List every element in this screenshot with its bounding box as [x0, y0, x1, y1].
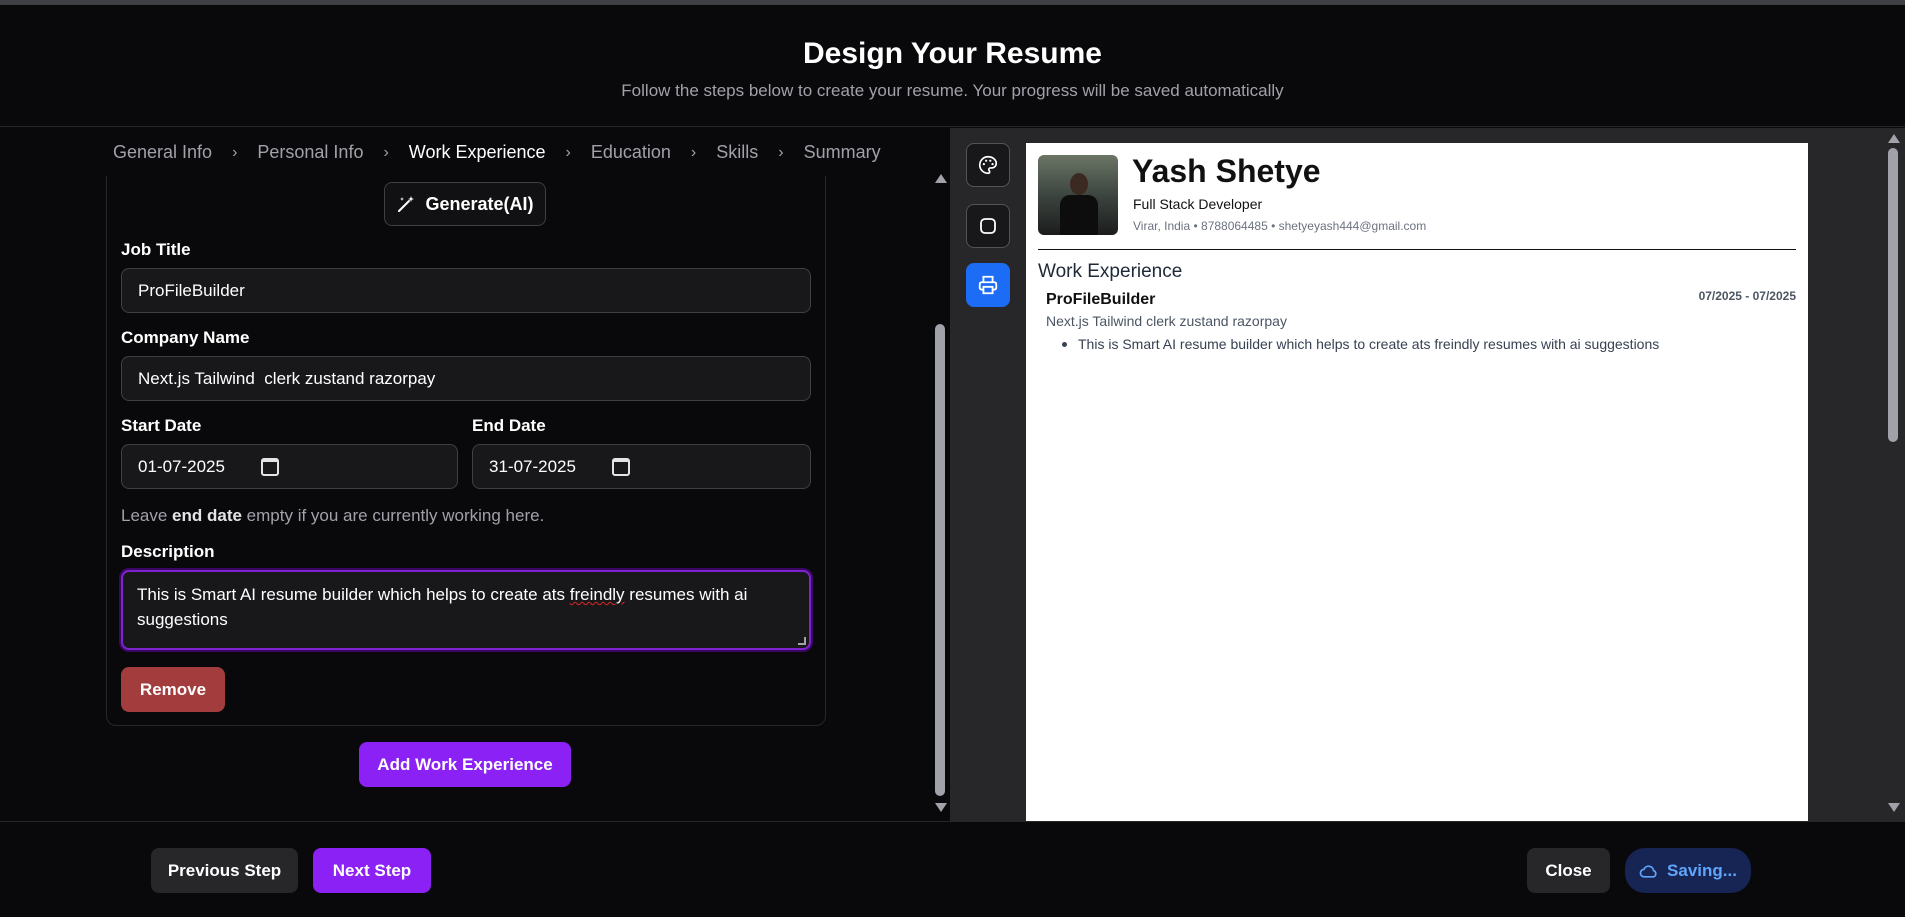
generate-ai-label: Generate(AI)	[425, 193, 534, 214]
page-header: Design Your Resume Follow the steps belo…	[0, 5, 1905, 127]
breadcrumb: General Info › Personal Info › Work Expe…	[113, 142, 881, 163]
start-date-value: 01-07-2025	[138, 456, 225, 476]
step-skills[interactable]: Skills	[716, 142, 758, 163]
end-date-value: 31-07-2025	[489, 456, 576, 476]
scroll-down-arrow[interactable]	[1888, 803, 1900, 812]
misspelled-word: freindly	[569, 585, 625, 604]
saving-status-badge: Saving...	[1625, 848, 1751, 893]
remove-button[interactable]: Remove	[121, 667, 225, 712]
step-general-info[interactable]: General Info	[113, 142, 212, 163]
palette-button[interactable]	[966, 143, 1010, 187]
chevron-right-icon: ›	[565, 143, 571, 161]
resume-job-dates: 07/2025 - 07/2025	[1698, 289, 1796, 303]
step-personal-info[interactable]: Personal Info	[257, 142, 363, 163]
scroll-up-arrow[interactable]	[1888, 134, 1900, 143]
border-style-button[interactable]	[966, 204, 1010, 248]
chevron-right-icon: ›	[690, 143, 697, 161]
close-button[interactable]: Close	[1527, 848, 1610, 893]
page-subtitle: Follow the steps below to create your re…	[621, 81, 1284, 100]
end-date-hint: Leave end date empty if you are currentl…	[121, 506, 545, 525]
resume-divider	[1038, 249, 1796, 250]
resume-role: Full Stack Developer	[1133, 196, 1263, 212]
next-step-button[interactable]: Next Step	[313, 848, 431, 893]
company-name-label: Company Name	[121, 328, 250, 347]
cloud-icon	[1639, 864, 1657, 878]
resume-contact: Virar, India • 8788064485 • shetyeyash44…	[1133, 219, 1427, 233]
resume-section-title: Work Experience	[1038, 261, 1183, 282]
resume-company: Next.js Tailwind clerk zustand razorpay	[1046, 313, 1287, 329]
scroll-up-arrow[interactable]	[935, 174, 947, 183]
scroll-thumb[interactable]	[935, 324, 945, 796]
editor-panel: General Info › Personal Info › Work Expe…	[0, 128, 950, 821]
resume-job-title: ProFileBuilder	[1046, 291, 1156, 308]
step-education[interactable]: Education	[591, 142, 671, 163]
job-title-value: ProFileBuilder	[138, 280, 245, 300]
start-date-input[interactable]: 01-07-2025	[121, 444, 458, 489]
square-icon	[980, 218, 996, 234]
saving-status-label: Saving...	[1667, 860, 1737, 880]
preview-scrollbar[interactable]	[1886, 134, 1900, 812]
profile-photo	[1038, 155, 1118, 235]
calendar-icon[interactable]	[611, 457, 630, 476]
chevron-right-icon: ›	[383, 143, 389, 161]
step-summary[interactable]: Summary	[804, 142, 881, 163]
chevron-right-icon: ›	[778, 143, 784, 161]
resize-handle[interactable]	[798, 637, 806, 645]
step-work-experience[interactable]: Work Experience	[409, 142, 546, 163]
scroll-thumb[interactable]	[1888, 148, 1898, 442]
job-title-input[interactable]: ProFileBuilder	[121, 268, 811, 313]
footer-bar: Previous Step Next Step Close Saving...	[0, 821, 1905, 917]
start-date-label: Start Date	[121, 416, 202, 435]
magic-wand-icon	[398, 196, 415, 212]
previous-step-button[interactable]: Previous Step	[151, 848, 298, 893]
job-title-label: Job Title	[121, 240, 191, 259]
add-work-experience-button[interactable]: Add Work Experience	[359, 742, 571, 787]
resume-description-bullet: This is Smart AI resume builder which he…	[1061, 336, 1660, 352]
description-label: Description	[121, 542, 215, 561]
palette-icon	[979, 155, 998, 175]
printer-icon	[978, 275, 998, 295]
calendar-icon[interactable]	[260, 457, 279, 476]
end-date-input[interactable]: 31-07-2025	[472, 444, 811, 489]
page-title: Design Your Resume	[803, 37, 1102, 70]
generate-ai-button[interactable]: Generate(AI)	[384, 182, 546, 226]
company-name-value: Next.js Tailwind clerk zustand razorpay	[138, 368, 436, 388]
editor-scrollbar[interactable]	[933, 174, 947, 812]
scroll-down-arrow[interactable]	[935, 803, 947, 812]
chevron-right-icon: ›	[232, 143, 238, 161]
resume-name: Yash Shetye	[1132, 153, 1321, 189]
description-textarea[interactable]: This is Smart AI resume builder which he…	[121, 570, 811, 650]
end-date-label: End Date	[472, 416, 546, 435]
resume-preview: Yash Shetye Full Stack Developer Virar, …	[1026, 143, 1808, 821]
print-button[interactable]	[966, 263, 1010, 307]
preview-panel: Yash Shetye Full Stack Developer Virar, …	[950, 128, 1905, 821]
company-name-input[interactable]: Next.js Tailwind clerk zustand razorpay	[121, 356, 811, 401]
